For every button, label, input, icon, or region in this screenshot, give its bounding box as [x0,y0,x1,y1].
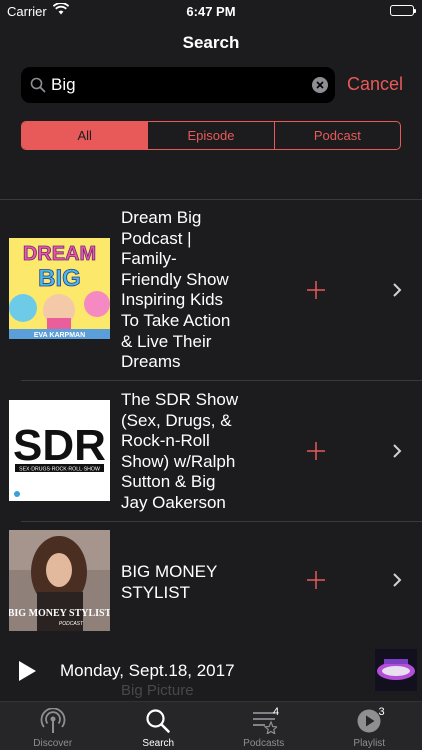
play-icon[interactable] [17,660,37,687]
tab-label: Discover [33,738,73,749]
tab-playlist[interactable]: 3 Playlist [317,702,422,750]
search-input[interactable] [51,67,296,103]
artwork-subtitle: SEX·DRUGS·ROCK·ROLL·SHOW [19,467,100,473]
tab-podcasts[interactable]: 4 Podcasts [211,702,317,750]
podcast-artwork: BIG MONEY STYLIST PODCAST [9,530,110,631]
clear-icon[interactable] [312,77,328,93]
tab-badge: 3 [378,706,385,718]
segment-podcast[interactable]: Podcast [273,122,400,149]
podcast-artwork: SDR SEX·DRUGS·ROCK·ROLL·SHOW [9,400,110,501]
artwork-footer: EVA KARPMAN [34,332,85,339]
tab-badge: 4 [273,706,280,718]
tab-label: Podcasts [243,738,285,749]
tab-search[interactable]: Search [106,702,212,750]
result-title: The SDR Show (Sex, Drugs, & Rock-n-Roll … [121,390,239,512]
chevron-right-icon[interactable] [392,282,402,303]
discover-icon [40,707,66,739]
list-item[interactable]: SDR SEX·DRUGS·ROCK·ROLL·SHOW The SDR Sho… [0,381,422,522]
result-title: Dream Big Podcast | Family- Friendly Sho… [121,208,231,372]
artwork-logo: SDR [13,421,106,470]
search-bar[interactable] [21,67,335,103]
search-results-list: DREAM BIG EVA KARPMAN Dream Big Podcast … [0,199,422,646]
tab-label: Search [142,738,175,749]
search-icon [30,77,46,98]
artwork-title-mid: BIG [38,265,81,292]
segment-all[interactable]: All [22,122,148,149]
status-bar: Carrier 6:47 PM [0,0,422,22]
tab-discover[interactable]: Discover [0,702,106,750]
now-playing-subtitle: Big Picture [121,682,194,699]
artwork-subtitle: PODCAST [59,621,84,627]
segment-episode[interactable]: Episode [147,122,273,149]
chevron-right-icon[interactable] [392,443,402,464]
subscribe-plus-icon[interactable] [306,570,326,595]
battery-icon [390,5,416,16]
search-icon [145,708,171,739]
now-playing-title: Monday, Sept.18, 2017 [60,661,235,680]
list-item[interactable]: DREAM BIG EVA KARPMAN Dream Big Podcast … [0,200,422,381]
tab-label: Playlist [353,738,386,749]
subscribe-plus-icon[interactable] [306,280,326,305]
now-playing-artwork [375,649,417,691]
page-title: Search [182,33,240,52]
artwork-title-top: DREAM [23,243,96,265]
tab-bar: Discover Search 4 Podcasts 3 Playlist [0,701,422,750]
filter-segmented-control: All Episode Podcast [21,121,401,150]
now-playing-bar[interactable]: Monday, Sept.18, 2017 Big Picture [0,645,422,701]
chevron-right-icon[interactable] [392,572,402,593]
subscribe-plus-icon[interactable] [306,441,326,466]
podcast-artwork: DREAM BIG EVA KARPMAN [9,238,110,339]
clock: 6:47 PM [186,4,236,19]
result-title: BIG MONEY STYLIST [121,562,218,602]
cancel-button[interactable]: Cancel [347,74,403,95]
list-item[interactable]: BIG MONEY STYLIST PODCAST BIG MONEY STYL… [0,522,422,646]
artwork-name: BIG MONEY STYLIST [9,608,110,619]
